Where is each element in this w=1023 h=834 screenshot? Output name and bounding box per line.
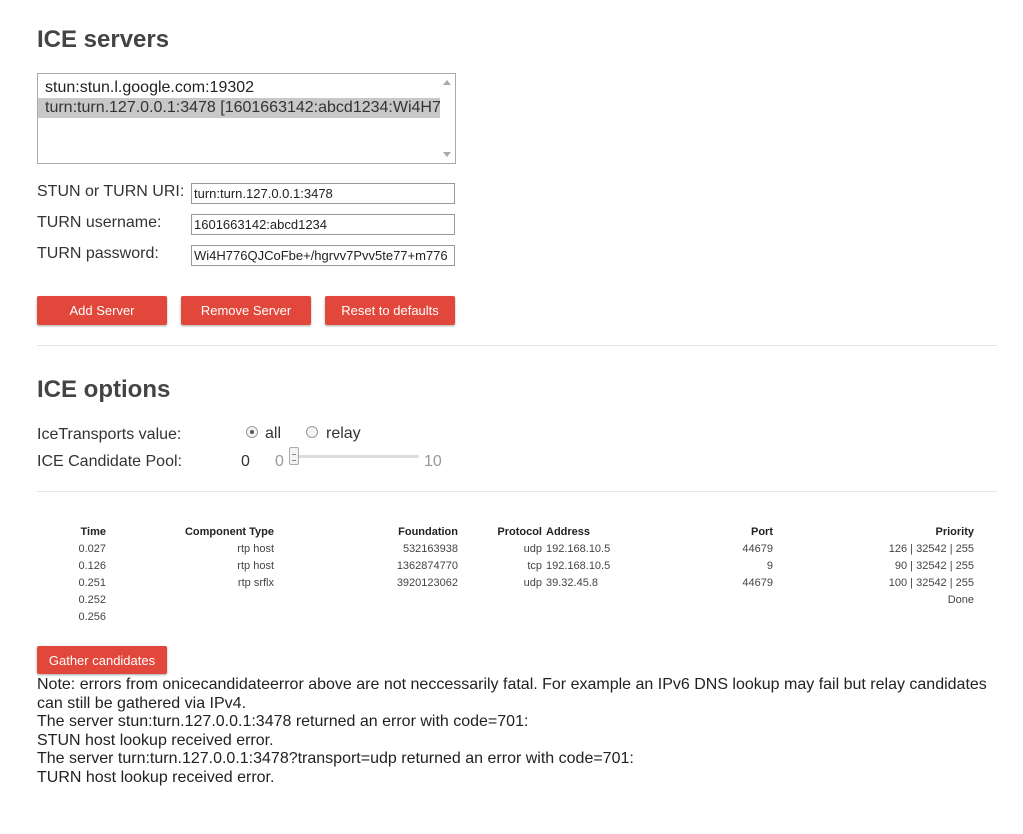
error-message: The server stun:turn.127.0.0.1:3478 retu… bbox=[37, 713, 529, 731]
candidate-pool-label: ICE Candidate Pool: bbox=[37, 453, 182, 470]
cell-address: 192.168.10.5 bbox=[546, 559, 611, 572]
candidate-pool-slider-track[interactable] bbox=[293, 455, 419, 458]
add-server-button[interactable]: Add Server bbox=[37, 296, 167, 325]
table-row: 0.252 Done bbox=[37, 591, 974, 608]
cell-time: 0.027 bbox=[78, 542, 106, 555]
error-message: TURN host lookup received error. bbox=[37, 768, 275, 786]
uri-label: STUN or TURN URI: bbox=[37, 183, 185, 200]
transport-relay-label[interactable]: relay bbox=[326, 425, 361, 443]
cell-type: host bbox=[253, 542, 274, 555]
table-row: 0.251 rtp srflx 3920123062 udp 39.32.45.… bbox=[37, 574, 974, 591]
cell-priority: 100 | 32542 | 255 bbox=[888, 576, 974, 589]
gather-candidates-button[interactable]: Gather candidates bbox=[37, 646, 167, 674]
cell-port bbox=[694, 591, 773, 608]
transport-all-radio[interactable] bbox=[246, 426, 258, 438]
cell-protocol: udp bbox=[523, 576, 542, 589]
col-foundation: Foundation bbox=[398, 525, 458, 538]
cell-address bbox=[542, 608, 694, 625]
error-notes: Note: errors from onicecandidateerror ab… bbox=[37, 676, 999, 788]
cell-protocol bbox=[458, 591, 542, 608]
cell-priority: Done bbox=[947, 593, 974, 606]
cell-component-type: rtp host bbox=[106, 557, 274, 574]
col-component-label: Component bbox=[184, 525, 247, 538]
transport-relay-radio[interactable] bbox=[306, 426, 318, 438]
cell-foundation bbox=[274, 591, 458, 608]
col-priority: Priority bbox=[935, 525, 974, 538]
col-address: Address bbox=[546, 525, 591, 538]
cell-priority: 126 | 32542 | 255 bbox=[888, 542, 974, 555]
section-divider bbox=[37, 345, 997, 346]
col-component: Component Type bbox=[106, 523, 274, 540]
section-divider bbox=[37, 491, 997, 492]
error-message: The server turn:turn.127.0.0.1:3478?tran… bbox=[37, 750, 634, 768]
cell-type: host bbox=[253, 559, 274, 572]
ice-transports-label: IceTransports value: bbox=[37, 426, 182, 443]
cell-protocol bbox=[458, 608, 542, 625]
col-type-label: Type bbox=[249, 525, 274, 538]
username-input[interactable] bbox=[191, 214, 455, 235]
table-row: 0.027 rtp host 532163938 udp 192.168.10.… bbox=[37, 540, 974, 557]
cell-address: 39.32.45.8 bbox=[546, 576, 598, 589]
ice-options-heading: ICE options bbox=[37, 376, 171, 403]
cell-type: srflx bbox=[253, 576, 274, 589]
uri-input[interactable] bbox=[191, 183, 455, 204]
cell-component-type bbox=[106, 591, 274, 608]
candidate-pool-slider-thumb[interactable] bbox=[289, 447, 299, 465]
table-row: 0.126 rtp host 1362874770 tcp 192.168.10… bbox=[37, 557, 974, 574]
listbox-scrollbar[interactable] bbox=[441, 74, 455, 163]
candidates-table: Time Component Type Foundation Protocol … bbox=[37, 523, 974, 625]
cell-component-type bbox=[106, 608, 274, 625]
scroll-up-arrow-icon[interactable] bbox=[443, 80, 451, 85]
cell-port: 44679 bbox=[742, 576, 773, 589]
username-label: TURN username: bbox=[37, 214, 162, 231]
server-list-item[interactable]: stun:stun.l.google.com:19302 bbox=[38, 78, 440, 98]
cell-priority: 90 | 32542 | 255 bbox=[894, 559, 974, 572]
col-port: Port bbox=[751, 525, 773, 538]
table-row: 0.256 bbox=[37, 608, 974, 625]
cell-port: 44679 bbox=[742, 542, 773, 555]
cell-foundation: 1362874770 bbox=[396, 559, 458, 572]
ice-servers-heading: ICE servers bbox=[37, 26, 170, 53]
cell-component-type: rtp host bbox=[106, 540, 274, 557]
cell-component-type: rtp srflx bbox=[106, 574, 274, 591]
cell-foundation: 532163938 bbox=[402, 542, 458, 555]
server-list-item-selected[interactable]: turn:turn.127.0.0.1:3478 [1601663142:abc… bbox=[38, 98, 440, 118]
cell-component: rtp bbox=[237, 559, 251, 572]
cell-priority bbox=[773, 608, 974, 625]
password-label: TURN password: bbox=[37, 245, 159, 262]
cell-port bbox=[694, 608, 773, 625]
cell-time: 0.252 bbox=[78, 593, 106, 606]
transport-all-label[interactable]: all bbox=[265, 425, 281, 443]
reset-defaults-button[interactable]: Reset to defaults bbox=[325, 296, 455, 325]
cell-foundation: 3920123062 bbox=[396, 576, 458, 589]
cell-address bbox=[542, 591, 694, 608]
password-input[interactable] bbox=[191, 245, 455, 266]
cell-address: 192.168.10.5 bbox=[546, 542, 611, 555]
cell-component: rtp bbox=[237, 576, 251, 589]
cell-port: 9 bbox=[766, 559, 773, 572]
col-time: Time bbox=[80, 525, 106, 538]
cell-foundation bbox=[274, 608, 458, 625]
cell-protocol: tcp bbox=[527, 559, 542, 572]
scroll-down-arrow-icon[interactable] bbox=[443, 152, 451, 157]
remove-server-button[interactable]: Remove Server bbox=[181, 296, 311, 325]
note-text: Note: errors from onicecandidateerror ab… bbox=[37, 676, 987, 712]
pool-range-min: 0 bbox=[275, 453, 284, 470]
cell-time: 0.251 bbox=[78, 576, 106, 589]
error-message: STUN host lookup received error. bbox=[37, 731, 274, 749]
cell-time: 0.126 bbox=[78, 559, 106, 572]
cell-component: rtp bbox=[237, 542, 251, 555]
pool-range-max: 10 bbox=[424, 453, 442, 470]
candidates-header-row: Time Component Type Foundation Protocol … bbox=[37, 523, 974, 540]
col-protocol: Protocol bbox=[497, 525, 542, 538]
ice-server-listbox[interactable]: stun:stun.l.google.com:19302 turn:turn.1… bbox=[37, 73, 456, 164]
cell-protocol: udp bbox=[523, 542, 542, 555]
cell-time: 0.256 bbox=[78, 610, 106, 623]
candidate-pool-value: 0 bbox=[241, 453, 250, 470]
